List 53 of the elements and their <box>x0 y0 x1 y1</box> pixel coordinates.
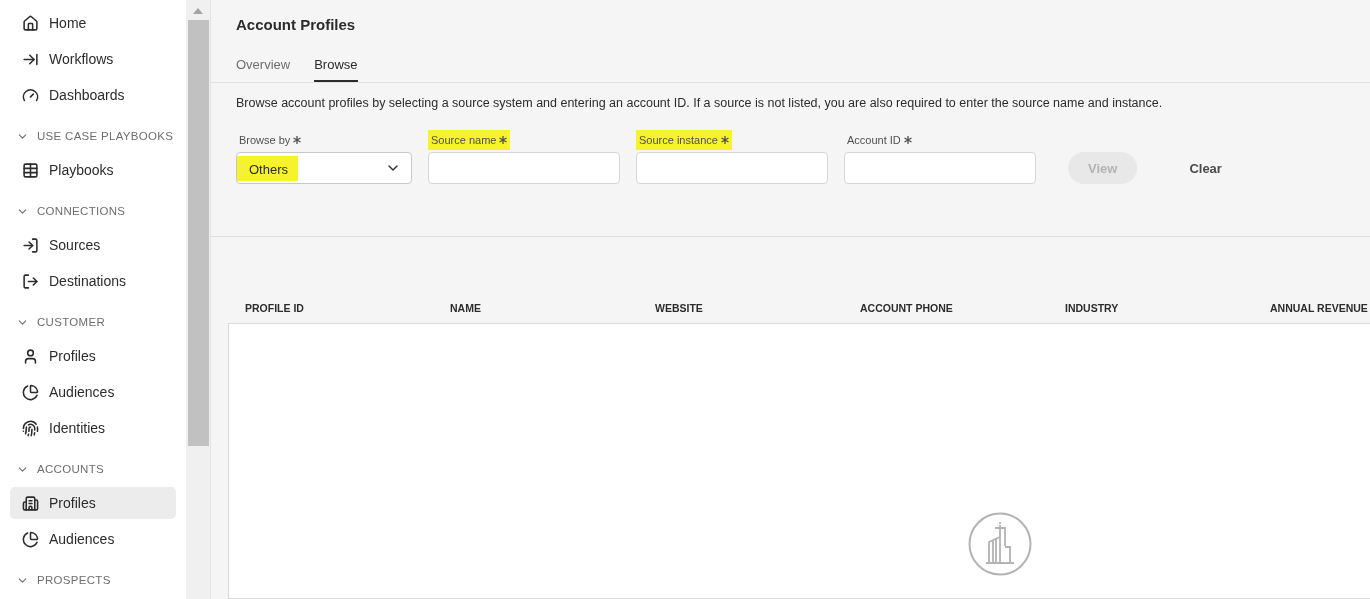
nav-item[interactable]: Playbooks <box>10 154 176 186</box>
nav-item[interactable]: Home <box>10 7 176 39</box>
scrollbar-thumb[interactable] <box>187 20 209 446</box>
section-header[interactable]: CUSTOMER <box>10 304 186 340</box>
column-header[interactable]: ACCOUNT PHONE <box>843 302 1048 314</box>
sign-out-icon <box>22 272 39 290</box>
nav-item[interactable]: Audiences <box>10 376 176 408</box>
field-label: Source instance <box>636 130 732 150</box>
table-icon <box>22 161 39 179</box>
home-icon <box>22 14 39 32</box>
fingerprint-icon <box>22 419 39 437</box>
column-header[interactable]: INDUSTRY <box>1048 302 1253 314</box>
building-icon <box>22 494 39 512</box>
page-title: Account Profiles <box>236 16 357 33</box>
sign-in-icon <box>22 236 39 254</box>
nav-item[interactable]: Destinations <box>10 265 176 297</box>
select-value: Others <box>237 155 298 181</box>
nav-item[interactable]: Profiles <box>10 487 176 519</box>
field-label: Account ID <box>844 130 915 150</box>
section-title: PROSPECTS <box>37 574 111 586</box>
nav-item[interactable]: Sources <box>10 229 176 261</box>
column-header[interactable]: WEBSITE <box>638 302 843 314</box>
section-header[interactable]: PROSPECTS <box>10 562 186 598</box>
tab[interactable]: Overview <box>236 57 291 82</box>
browse-by-select[interactable]: Others <box>236 152 412 184</box>
column-header[interactable]: NAME <box>433 302 638 314</box>
section-header[interactable]: CONNECTIONS <box>10 193 186 229</box>
field-label: Source name <box>428 130 511 150</box>
scroll-up-icon[interactable] <box>193 8 203 14</box>
section-header[interactable]: USE CASE PLAYBOOKS <box>10 118 186 154</box>
column-header[interactable]: ANNUAL REVENUE <box>1253 302 1370 314</box>
person-icon <box>22 347 39 365</box>
nav-item[interactable]: Dashboards <box>10 79 176 111</box>
input-field[interactable] <box>428 152 620 184</box>
section-title: CUSTOMER <box>37 316 105 328</box>
gauge-icon <box>22 86 39 104</box>
field-label: Browse by <box>236 130 305 150</box>
description-text: Browse account profiles by selecting a source system and entering an account ID. If a source is not listed, you are also required to enter the source name and instance. <box>236 96 1164 110</box>
section-title: USE CASE PLAYBOOKS <box>37 130 174 142</box>
pie-chart-icon <box>22 530 39 548</box>
building-icon <box>967 512 1032 576</box>
nav-item[interactable]: Workflows <box>10 43 176 75</box>
section-title: ACCOUNTS <box>37 463 104 475</box>
clear-button[interactable]: Clear <box>1169 152 1242 184</box>
nav-item[interactable]: Identities <box>10 412 176 444</box>
input-field[interactable] <box>844 152 1036 184</box>
column-header[interactable]: PROFILE ID <box>228 302 433 314</box>
pie-chart-icon <box>22 383 39 401</box>
section-title: CONNECTIONS <box>37 205 126 217</box>
nav-item[interactable]: Audiences <box>10 523 176 555</box>
nav-item[interactable]: Profiles <box>10 340 176 372</box>
section-header[interactable]: ACCOUNTS <box>10 451 186 487</box>
input-field[interactable] <box>636 152 828 184</box>
